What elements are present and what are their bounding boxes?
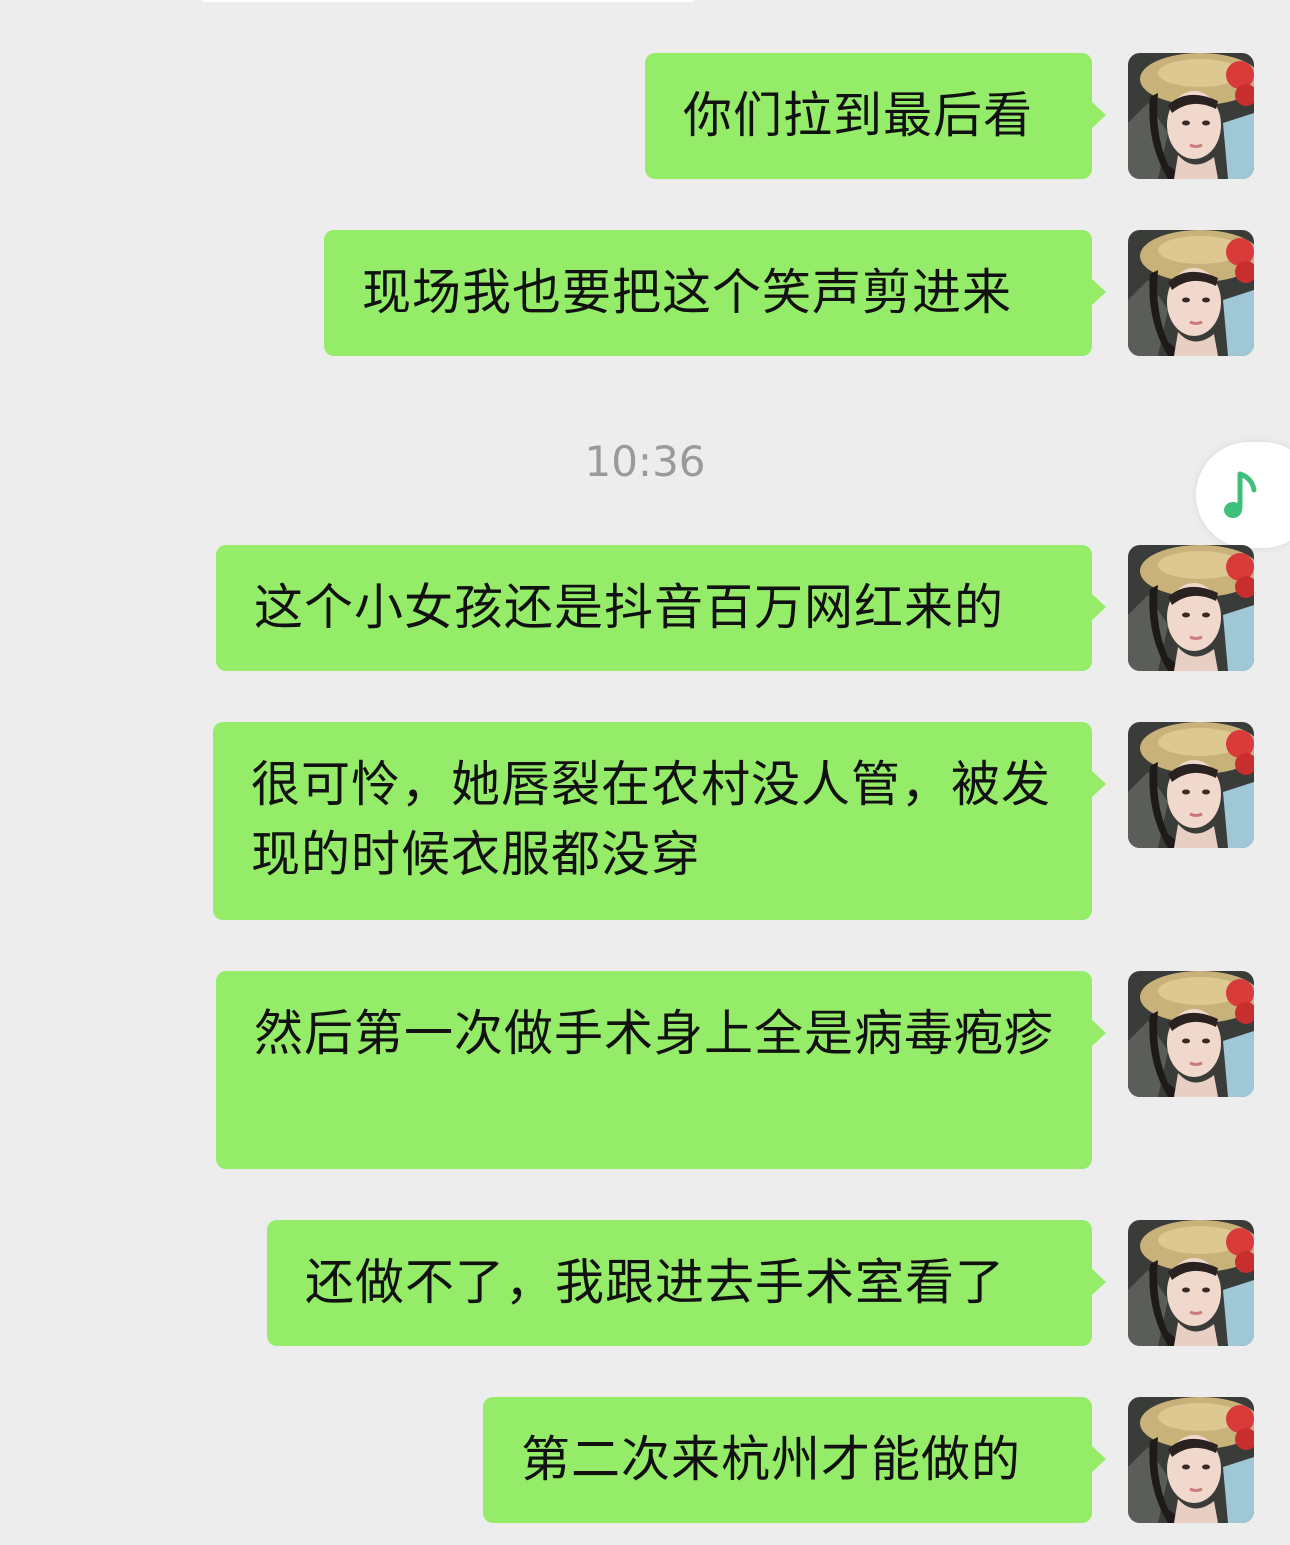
floating-music-button[interactable]: [1196, 442, 1290, 548]
message-bubble[interactable]: 很可怜，她唇裂在农村没人管，被发现的时候衣服都没穿: [213, 722, 1106, 920]
message-bubble[interactable]: 你们拉到最后看: [645, 53, 1106, 179]
previous-message-bubble-edge: [200, 0, 696, 2]
user-avatar-icon[interactable]: [1128, 971, 1254, 1097]
message-bubble[interactable]: 这个小女孩还是抖音百万网红来的: [216, 545, 1106, 671]
chat-timestamp: 10:36: [584, 437, 706, 486]
user-avatar-icon[interactable]: [1128, 1220, 1254, 1346]
user-avatar-icon[interactable]: [1128, 53, 1254, 179]
music-note-icon: [1224, 471, 1257, 518]
user-avatar-icon[interactable]: [1128, 1397, 1254, 1523]
message-bubble[interactable]: 然后第一次做手术身上全是病毒疱疹: [216, 971, 1106, 1169]
user-avatar-icon[interactable]: [1128, 545, 1254, 671]
message-bubble[interactable]: 第二次来杭州才能做的: [483, 1397, 1106, 1523]
message-bubble[interactable]: 现场我也要把这个笑声剪进来: [324, 230, 1106, 356]
user-avatar-icon[interactable]: [1128, 230, 1254, 356]
user-avatar-icon[interactable]: [1128, 722, 1254, 848]
message-bubble[interactable]: 还做不了，我跟进去手术室看了: [267, 1220, 1106, 1346]
